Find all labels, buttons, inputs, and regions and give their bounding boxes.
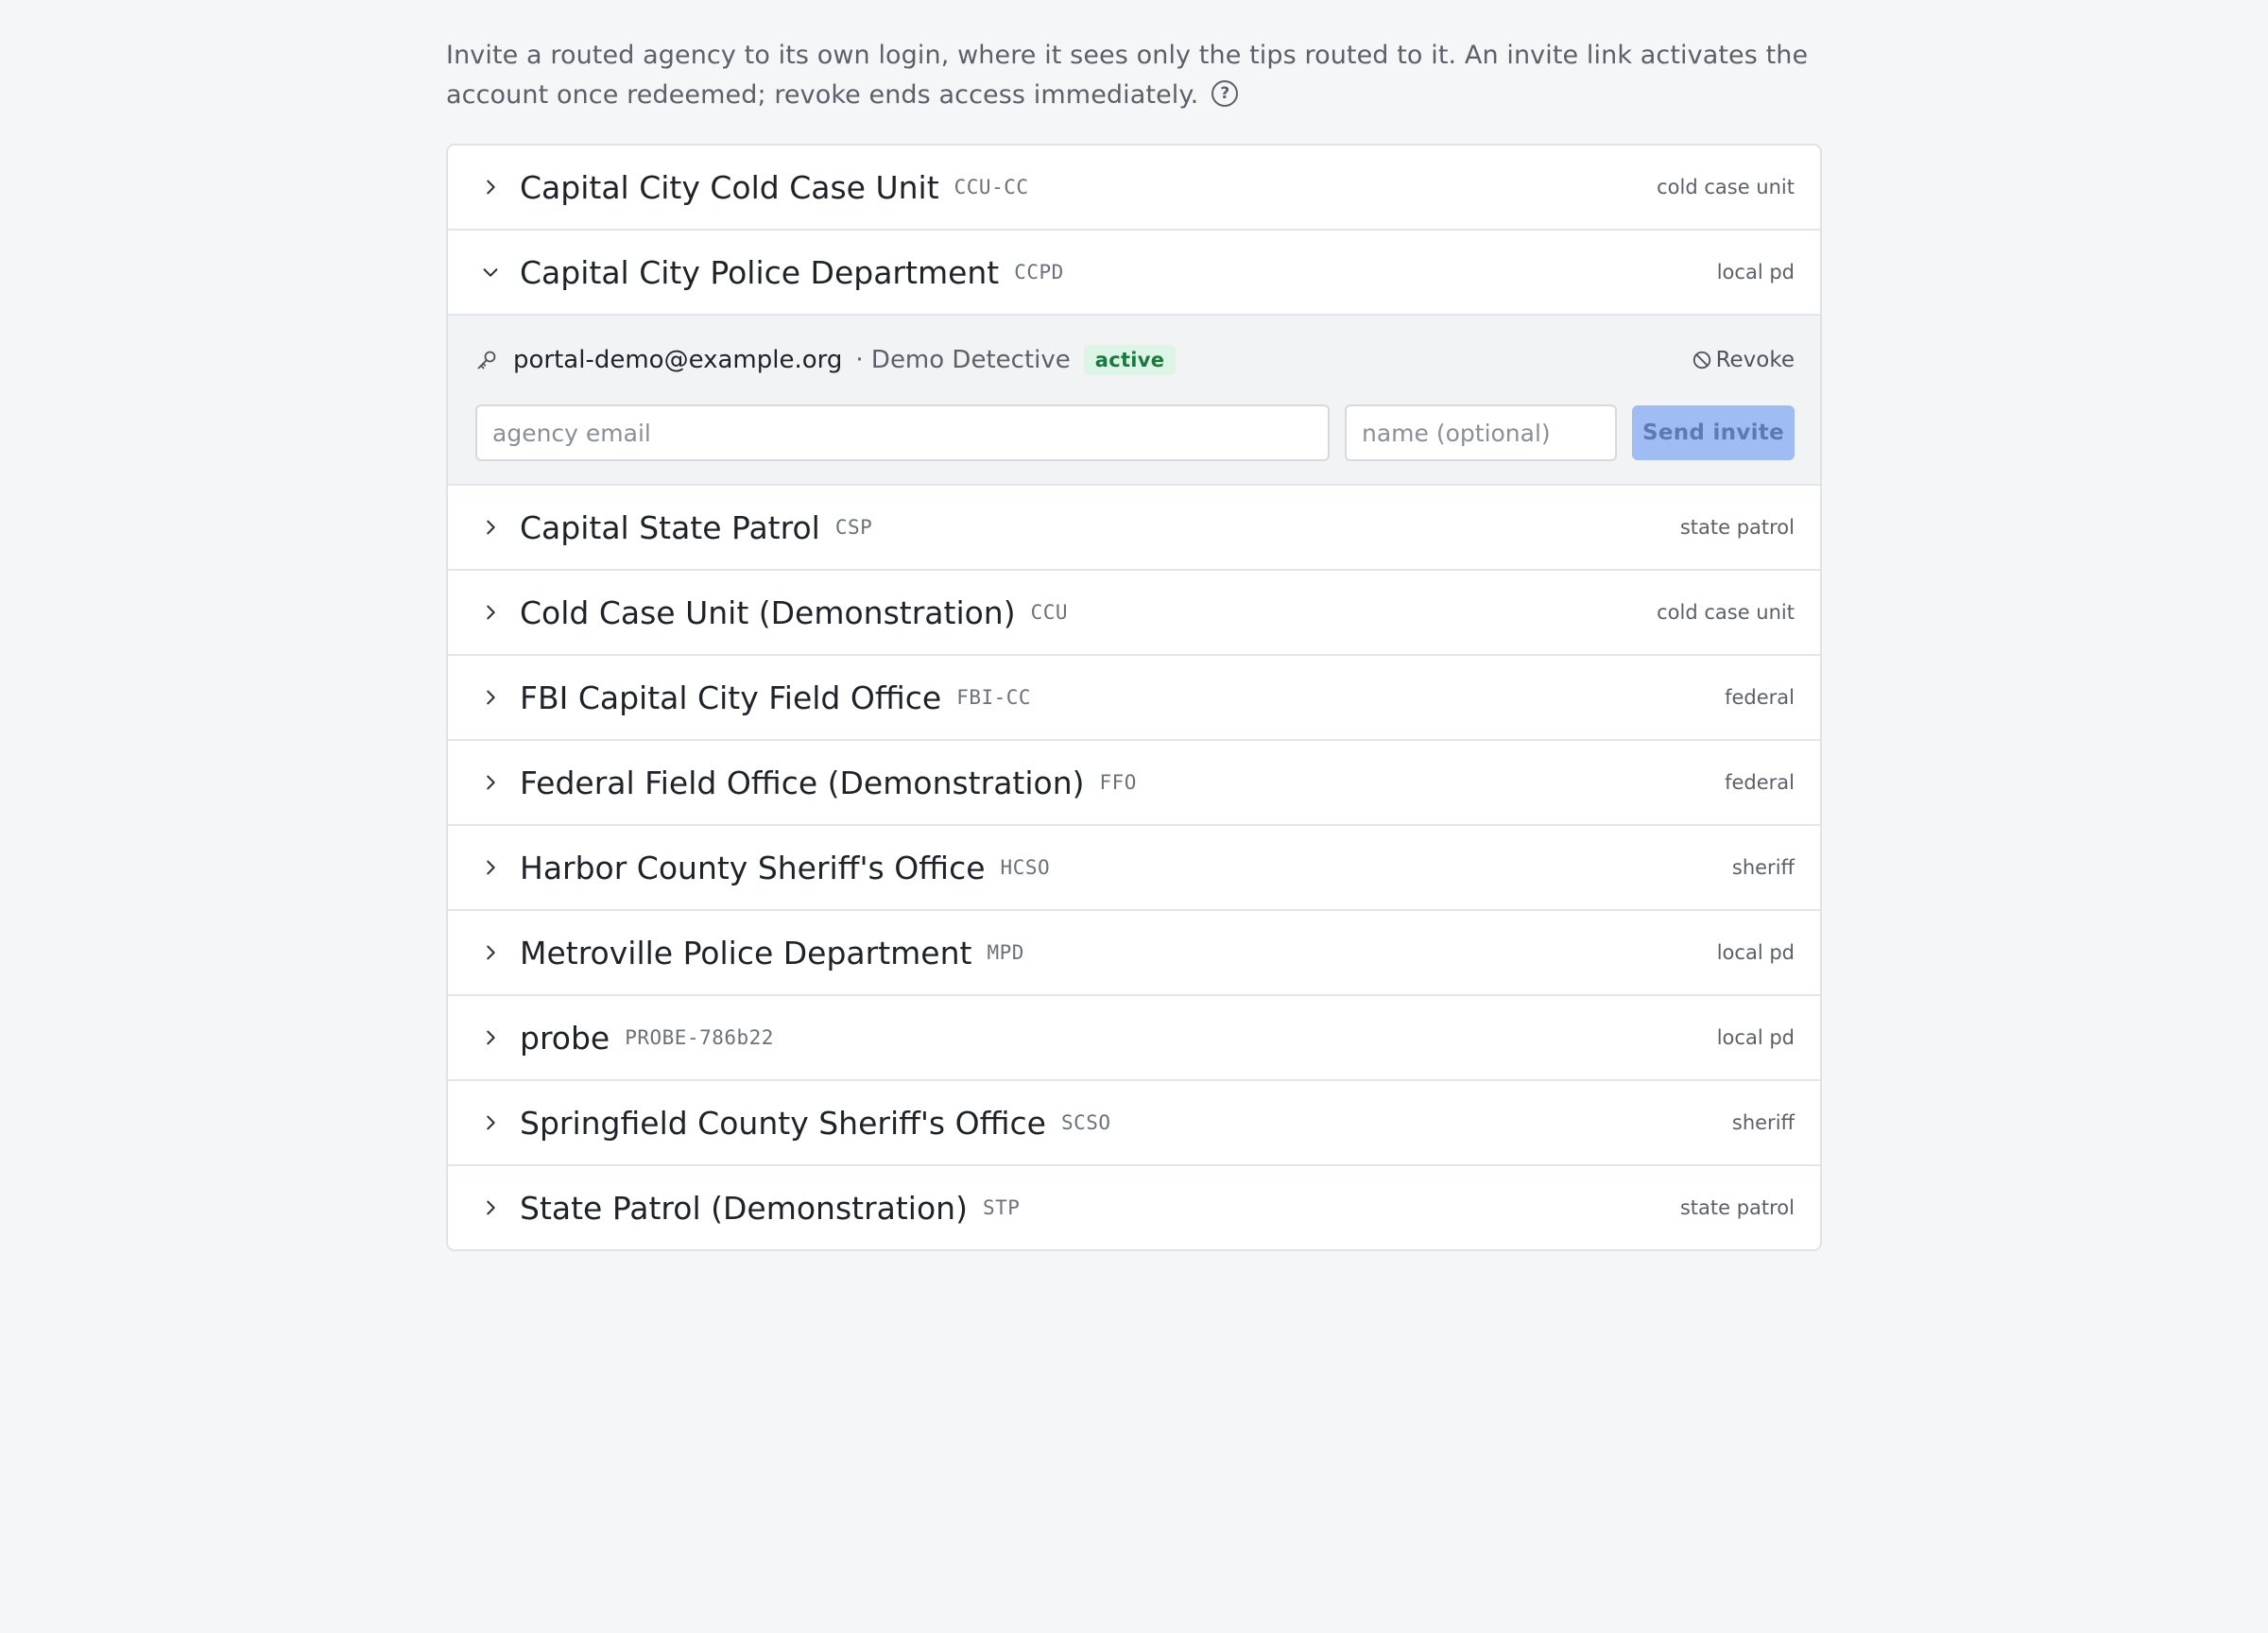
chevron-right-icon[interactable] xyxy=(476,683,505,712)
invite-form: Send invite xyxy=(475,404,1795,461)
agency-row-ccu[interactable]: Cold Case Unit (Demonstration) CCU cold … xyxy=(448,569,1820,654)
agency-type: sheriff xyxy=(1731,1111,1795,1134)
key-icon xyxy=(475,348,500,372)
send-invite-button[interactable]: Send invite xyxy=(1632,405,1795,460)
chevron-right-icon[interactable] xyxy=(476,1194,505,1222)
account-email: portal-demo@example.org xyxy=(513,346,843,374)
agency-name: Metroville Police Department xyxy=(520,934,972,971)
agency-type: sheriff xyxy=(1731,856,1795,879)
agency-row-probe-786b22[interactable]: probe PROBE-786b22 local pd xyxy=(448,994,1820,1079)
agency-type: state patrol xyxy=(1679,1196,1795,1219)
agency-name: Federal Field Office (Demonstration) xyxy=(520,764,1085,801)
agency-row-csp[interactable]: Capital State Patrol CSP state patrol xyxy=(448,484,1820,569)
agency-name: Capital State Patrol xyxy=(520,508,820,546)
agency-name: Harbor County Sheriff's Office xyxy=(520,849,986,886)
agency-access-panel: portal-demo@example.org · Demo Detective… xyxy=(448,314,1820,484)
agency-row-hcso[interactable]: Harbor County Sheriff's Office HCSO sher… xyxy=(448,824,1820,909)
ban-icon xyxy=(1692,351,1710,370)
chevron-right-icon[interactable] xyxy=(476,173,505,201)
agency-row-fbi-cc[interactable]: FBI Capital City Field Office FBI-CC fed… xyxy=(448,654,1820,739)
chevron-right-icon[interactable] xyxy=(476,513,505,541)
chevron-right-icon[interactable] xyxy=(476,598,505,627)
agency-name: Capital City Police Department xyxy=(520,253,1000,291)
agency-code: FBI-CC xyxy=(956,686,1032,709)
help-icon[interactable]: ? xyxy=(1211,79,1239,107)
agency-row-ccu-cc[interactable]: Capital City Cold Case Unit CCU-CC cold … xyxy=(448,146,1820,229)
agency-code: CCU xyxy=(1030,601,1069,624)
agency-list: Capital City Cold Case Unit CCU-CC cold … xyxy=(446,144,1822,1251)
revoke-label: Revoke xyxy=(1715,348,1795,372)
intro-text: Invite a routed agency to its own login,… xyxy=(446,36,1822,115)
agency-name: Springfield County Sheriff's Office xyxy=(520,1104,1046,1142)
agency-email-input[interactable] xyxy=(475,404,1330,461)
agency-row-scso[interactable]: Springfield County Sheriff's Office SCSO… xyxy=(448,1079,1820,1164)
agency-type: federal xyxy=(1725,686,1795,709)
agency-code: CCPD xyxy=(1014,261,1064,284)
agency-name: probe xyxy=(520,1019,610,1057)
agency-type: federal xyxy=(1725,771,1795,794)
agency-type: state patrol xyxy=(1679,516,1795,539)
agency-type: local pd xyxy=(1716,941,1795,964)
agency-code: FFO xyxy=(1099,771,1137,794)
name-input[interactable] xyxy=(1345,404,1617,461)
chevron-right-icon[interactable] xyxy=(476,768,505,797)
agency-code: HCSO xyxy=(1000,856,1051,879)
agency-name: Cold Case Unit (Demonstration) xyxy=(520,593,1016,631)
agency-name: FBI Capital City Field Office xyxy=(520,679,942,716)
agency-code: CSP xyxy=(834,516,873,539)
agency-type: cold case unit xyxy=(1657,601,1795,624)
revoke-button[interactable]: Revoke xyxy=(1692,348,1795,372)
agency-code: MPD xyxy=(987,941,1024,964)
agency-portal-section: Invite a routed agency to its own login,… xyxy=(446,36,1822,1251)
account-name: · Demo Detective xyxy=(855,346,1071,374)
agency-code: CCU-CC xyxy=(954,176,1029,198)
agency-type: local pd xyxy=(1716,1026,1795,1049)
chevron-down-icon[interactable] xyxy=(476,258,505,286)
agency-name: Capital City Cold Case Unit xyxy=(520,168,939,206)
agency-type: local pd xyxy=(1716,261,1795,284)
agency-code: SCSO xyxy=(1060,1111,1111,1134)
chevron-right-icon[interactable] xyxy=(476,938,505,967)
status-badge: active xyxy=(1083,345,1177,375)
agency-row-mpd[interactable]: Metroville Police Department MPD local p… xyxy=(448,909,1820,994)
agency-row-stp[interactable]: State Patrol (Demonstration) STP state p… xyxy=(448,1164,1820,1249)
agency-code: STP xyxy=(982,1196,1021,1219)
chevron-right-icon[interactable] xyxy=(476,1109,505,1137)
agency-row-ccpd[interactable]: Capital City Police Department CCPD loca… xyxy=(448,229,1820,314)
agency-code: PROBE-786b22 xyxy=(625,1026,774,1049)
chevron-right-icon[interactable] xyxy=(476,853,505,882)
agency-name: State Patrol (Demonstration) xyxy=(520,1189,968,1227)
portal-account: portal-demo@example.org · Demo Detective… xyxy=(475,340,1795,380)
agency-type: cold case unit xyxy=(1657,176,1795,198)
agency-row-ffo[interactable]: Federal Field Office (Demonstration) FFO… xyxy=(448,739,1820,824)
chevron-right-icon[interactable] xyxy=(476,1023,505,1052)
intro-description: Invite a routed agency to its own login,… xyxy=(446,41,1809,110)
